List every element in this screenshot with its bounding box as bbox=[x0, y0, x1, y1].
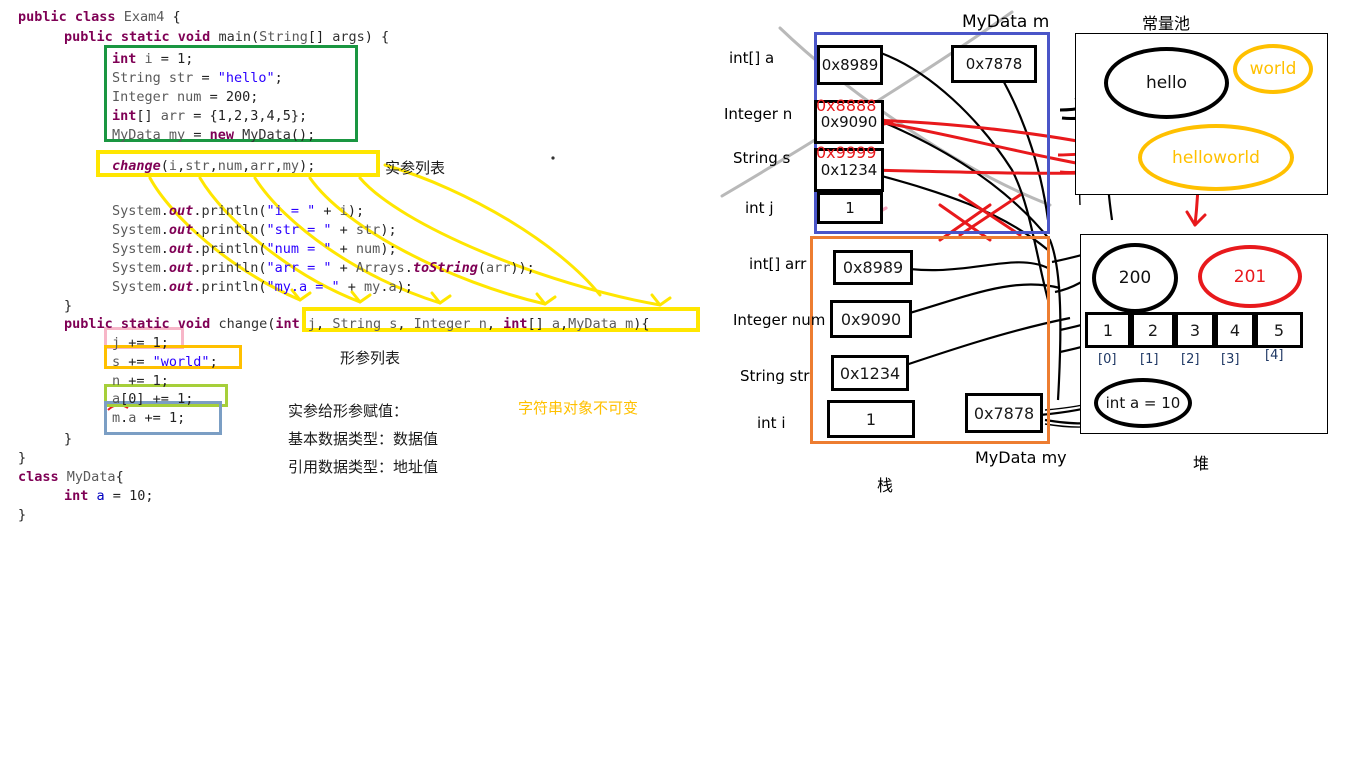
code-line: System.out.println("str = " + str); bbox=[112, 222, 397, 238]
main-cell-str: 0x1234 bbox=[831, 355, 909, 391]
change-cell-s-overwrite: 0x9999 bbox=[816, 143, 877, 162]
change-row-label-1: Integer n bbox=[724, 105, 793, 123]
array-index-3: [3] bbox=[1221, 352, 1240, 367]
change-row-label-2: String s bbox=[733, 149, 791, 167]
array-cell-3: 4 bbox=[1215, 312, 1255, 348]
change-frame-title: MyData m bbox=[962, 12, 1050, 32]
array-cell-3-value: 4 bbox=[1229, 320, 1241, 340]
main-cell-i-value: 1 bbox=[865, 409, 877, 429]
array-cell-4-value: 5 bbox=[1273, 320, 1285, 340]
stack-label: 栈 bbox=[877, 476, 894, 495]
heap-mydata-text: int a = 10 bbox=[1105, 394, 1181, 412]
code-line: } bbox=[64, 298, 73, 314]
main-frame-title: MyData my bbox=[975, 448, 1067, 467]
pool-ellipse-hello: hello bbox=[1104, 47, 1229, 119]
heap-label: 堆 bbox=[1193, 454, 1210, 473]
code-line: s += "world"; bbox=[112, 354, 218, 370]
code-line: m.a += 1; bbox=[112, 410, 186, 426]
change-cell-n-value: 0x9090 bbox=[820, 113, 878, 131]
heap-ellipse-200: 200 bbox=[1092, 243, 1178, 313]
main-row-label-3: int i bbox=[757, 414, 786, 432]
change-cell-m-value: 0x7878 bbox=[965, 55, 1023, 73]
main-cell-i: 1 bbox=[827, 400, 915, 438]
main-cell-my-value: 0x7878 bbox=[973, 403, 1035, 423]
code-line: } bbox=[18, 507, 27, 523]
change-cell-j: 1 bbox=[817, 192, 883, 224]
code-line: System.out.println("i = " + i); bbox=[112, 203, 365, 219]
array-cell-1-value: 2 bbox=[1147, 320, 1159, 340]
array-cell-0-value: 1 bbox=[1102, 320, 1114, 340]
array-index-2: [2] bbox=[1181, 352, 1200, 367]
array-cell-2: 3 bbox=[1175, 312, 1215, 348]
code-line: j += 1; bbox=[112, 335, 169, 351]
change-cell-a: 0x8989 bbox=[817, 45, 883, 85]
pool-world-text: world bbox=[1249, 59, 1297, 79]
code-line-change-signature: public static void change(int j, String … bbox=[64, 316, 650, 332]
change-cell-s-value: 0x1234 bbox=[820, 161, 878, 179]
main-row-label-1: Integer num bbox=[733, 311, 826, 329]
label-assign-primitive: 基本数据类型：数据值 bbox=[288, 430, 439, 448]
heap-ellipse-mydata: int a = 10 bbox=[1094, 378, 1192, 428]
change-cell-a-value: 0x8989 bbox=[821, 56, 879, 74]
array-index-0: [0] bbox=[1098, 352, 1117, 367]
code-line: int i = 1; bbox=[112, 51, 194, 67]
label-assign-reference: 引用数据类型：地址值 bbox=[288, 458, 439, 476]
code-line: Integer num = 200; bbox=[112, 89, 259, 105]
pool-helloworld-text: helloworld bbox=[1172, 147, 1260, 168]
label-assign-title: 实参给形参赋值： bbox=[288, 402, 409, 420]
array-cell-2-value: 3 bbox=[1189, 320, 1201, 340]
change-cell-n-overwrite: 0x8888 bbox=[816, 96, 877, 115]
change-row-label-0: int[] a bbox=[729, 49, 775, 67]
main-cell-my: 0x7878 bbox=[965, 393, 1043, 433]
main-cell-arr: 0x8989 bbox=[833, 250, 913, 285]
array-cell-1: 2 bbox=[1131, 312, 1175, 348]
code-line: int[] arr = {1,2,3,4,5}; bbox=[112, 108, 308, 124]
array-cell-4: 5 bbox=[1255, 312, 1303, 348]
label-formal-param-list: 形参列表 bbox=[340, 349, 401, 367]
code-line: public static void main(String[] args) { bbox=[64, 29, 390, 45]
label-actual-param-list: 实参列表 bbox=[385, 159, 446, 177]
code-line: System.out.println("arr = " + Arrays.toS… bbox=[112, 260, 535, 276]
screenshot-root: public class Exam4 { public static void … bbox=[0, 0, 1360, 605]
code-line: a[0] += 1; bbox=[112, 391, 194, 407]
pool-ellipse-helloworld: helloworld bbox=[1138, 124, 1294, 191]
code-line: } bbox=[64, 431, 73, 447]
main-row-label-0: int[] arr bbox=[749, 255, 807, 273]
code-line: class MyData{ bbox=[18, 469, 124, 485]
pool-ellipse-world: world bbox=[1233, 44, 1313, 94]
main-cell-arr-value: 0x8989 bbox=[842, 258, 904, 277]
code-line: n += 1; bbox=[112, 373, 169, 389]
code-line: System.out.println("num = " + num); bbox=[112, 241, 397, 257]
change-row-label-3: int j bbox=[745, 199, 774, 217]
change-cell-m: 0x7878 bbox=[951, 45, 1037, 83]
label-string-immutable: 字符串对象不可变 bbox=[518, 399, 639, 417]
pool-label: 常量池 bbox=[1142, 14, 1191, 33]
code-line: MyData my = new MyData(); bbox=[112, 127, 316, 143]
main-row-label-2: String str bbox=[740, 367, 810, 385]
array-index-4: [4] bbox=[1265, 348, 1284, 363]
main-cell-str-value: 0x1234 bbox=[839, 363, 901, 383]
pool-hello-text: hello bbox=[1145, 73, 1188, 93]
heap-200-text: 200 bbox=[1118, 268, 1152, 288]
code-line: String str = "hello"; bbox=[112, 70, 283, 86]
heap-ellipse-201: 201 bbox=[1198, 245, 1302, 308]
heap-201-text: 201 bbox=[1233, 266, 1267, 287]
array-cell-0: 1 bbox=[1085, 312, 1131, 348]
code-line: public class Exam4 { bbox=[18, 9, 181, 25]
main-cell-num-value: 0x9090 bbox=[840, 309, 902, 329]
code-line: System.out.println("my.a = " + my.a); bbox=[112, 279, 413, 295]
code-line: int a = 10; bbox=[64, 488, 154, 504]
main-cell-num: 0x9090 bbox=[830, 300, 912, 338]
code-line-change-call: change(i,str,num,arr,my); bbox=[112, 158, 316, 174]
change-cell-j-value: 1 bbox=[845, 199, 855, 217]
array-index-1: [1] bbox=[1140, 352, 1159, 367]
code-line: } bbox=[18, 450, 27, 466]
